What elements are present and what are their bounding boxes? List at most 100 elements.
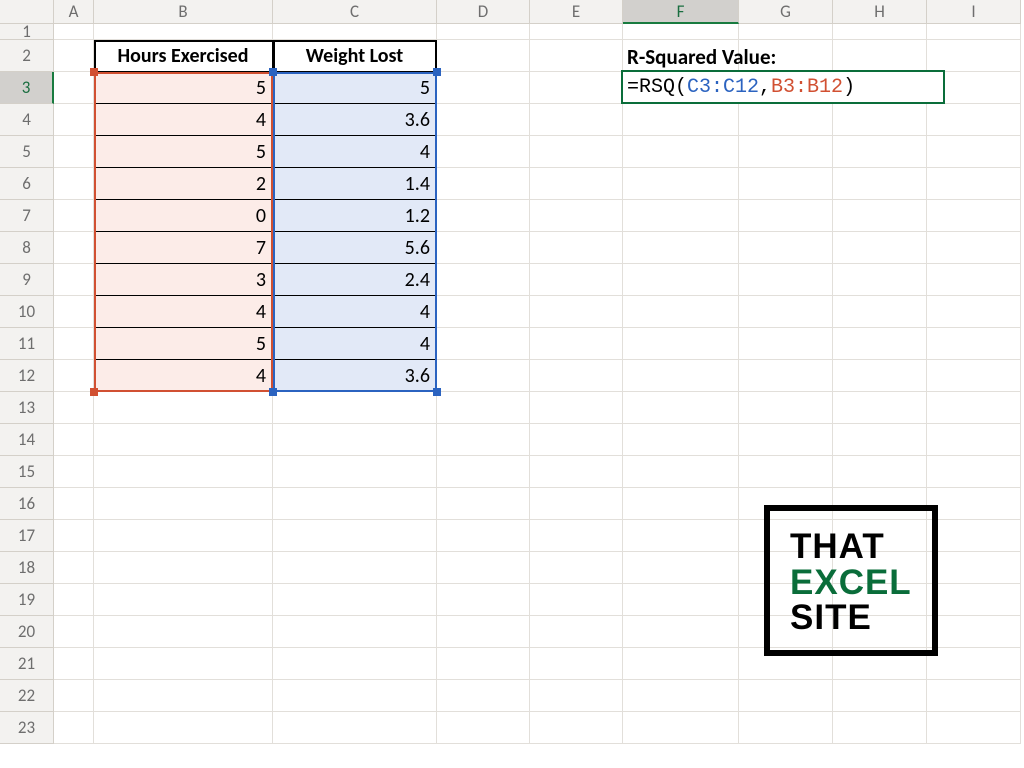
cell-H2[interactable] bbox=[833, 40, 927, 72]
cell-B2[interactable]: Hours Exercised bbox=[94, 40, 273, 72]
cell-F10[interactable] bbox=[623, 296, 739, 328]
row-header-23[interactable]: 23 bbox=[0, 712, 54, 744]
cell-H4[interactable] bbox=[833, 104, 927, 136]
cell-E11[interactable] bbox=[530, 328, 623, 360]
cell-F15[interactable] bbox=[623, 456, 739, 488]
cell-E13[interactable] bbox=[530, 392, 623, 424]
cell-E15[interactable] bbox=[530, 456, 623, 488]
cell-D21[interactable] bbox=[437, 648, 530, 680]
cell-G10[interactable] bbox=[739, 296, 833, 328]
cell-A6[interactable] bbox=[54, 168, 94, 200]
row-header-3[interactable]: 3 bbox=[0, 72, 54, 104]
cell-I22[interactable] bbox=[927, 680, 1021, 712]
cell-F9[interactable] bbox=[623, 264, 739, 296]
cell-A8[interactable] bbox=[54, 232, 94, 264]
cell-G9[interactable] bbox=[739, 264, 833, 296]
row-header-16[interactable]: 16 bbox=[0, 488, 54, 520]
cell-C19[interactable] bbox=[273, 584, 437, 616]
cell-D5[interactable] bbox=[437, 136, 530, 168]
cell-C8[interactable]: 5.6 bbox=[273, 232, 437, 264]
row-header-22[interactable]: 22 bbox=[0, 680, 54, 712]
cell-D6[interactable] bbox=[437, 168, 530, 200]
cell-G5[interactable] bbox=[739, 136, 833, 168]
cell-A17[interactable] bbox=[54, 520, 94, 552]
cell-H12[interactable] bbox=[833, 360, 927, 392]
cell-B14[interactable] bbox=[94, 424, 273, 456]
cell-A16[interactable] bbox=[54, 488, 94, 520]
cell-B13[interactable] bbox=[94, 392, 273, 424]
cell-E20[interactable] bbox=[530, 616, 623, 648]
cell-E10[interactable] bbox=[530, 296, 623, 328]
cell-F12[interactable] bbox=[623, 360, 739, 392]
cell-G22[interactable] bbox=[739, 680, 833, 712]
row-header-1[interactable]: 1 bbox=[0, 24, 54, 40]
cell-H10[interactable] bbox=[833, 296, 927, 328]
cell-I11[interactable] bbox=[927, 328, 1021, 360]
cell-A1[interactable] bbox=[54, 24, 94, 40]
cell-E16[interactable] bbox=[530, 488, 623, 520]
cell-G23[interactable] bbox=[739, 712, 833, 744]
cell-G8[interactable] bbox=[739, 232, 833, 264]
cell-H5[interactable] bbox=[833, 136, 927, 168]
cell-B6[interactable]: 2 bbox=[94, 168, 273, 200]
row-header-6[interactable]: 6 bbox=[0, 168, 54, 200]
cell-A14[interactable] bbox=[54, 424, 94, 456]
cell-C17[interactable] bbox=[273, 520, 437, 552]
cell-D15[interactable] bbox=[437, 456, 530, 488]
cell-E17[interactable] bbox=[530, 520, 623, 552]
cell-B8[interactable]: 7 bbox=[94, 232, 273, 264]
cell-B20[interactable] bbox=[94, 616, 273, 648]
cell-D2[interactable] bbox=[437, 40, 530, 72]
row-header-15[interactable]: 15 bbox=[0, 456, 54, 488]
cell-A2[interactable] bbox=[54, 40, 94, 72]
cell-H22[interactable] bbox=[833, 680, 927, 712]
cell-F11[interactable] bbox=[623, 328, 739, 360]
cell-A3[interactable] bbox=[54, 72, 94, 104]
cell-I1[interactable] bbox=[927, 24, 1021, 40]
cell-F19[interactable] bbox=[623, 584, 739, 616]
cell-E23[interactable] bbox=[530, 712, 623, 744]
cell-A22[interactable] bbox=[54, 680, 94, 712]
cell-E8[interactable] bbox=[530, 232, 623, 264]
col-header-E[interactable]: E bbox=[530, 0, 623, 24]
cell-B22[interactable] bbox=[94, 680, 273, 712]
cell-A5[interactable] bbox=[54, 136, 94, 168]
cell-A15[interactable] bbox=[54, 456, 94, 488]
cell-C10[interactable]: 4 bbox=[273, 296, 437, 328]
cell-F23[interactable] bbox=[623, 712, 739, 744]
cell-A4[interactable] bbox=[54, 104, 94, 136]
col-header-I[interactable]: I bbox=[927, 0, 1021, 24]
cell-I2[interactable] bbox=[927, 40, 1021, 72]
cell-C3[interactable]: 5 bbox=[273, 72, 437, 104]
cell-A19[interactable] bbox=[54, 584, 94, 616]
cell-E19[interactable] bbox=[530, 584, 623, 616]
row-header-14[interactable]: 14 bbox=[0, 424, 54, 456]
col-header-C[interactable]: C bbox=[273, 0, 437, 24]
cell-C6[interactable]: 1.4 bbox=[273, 168, 437, 200]
row-header-8[interactable]: 8 bbox=[0, 232, 54, 264]
row-header-20[interactable]: 20 bbox=[0, 616, 54, 648]
cell-G15[interactable] bbox=[739, 456, 833, 488]
cell-I4[interactable] bbox=[927, 104, 1021, 136]
cell-B5[interactable]: 5 bbox=[94, 136, 273, 168]
cell-D13[interactable] bbox=[437, 392, 530, 424]
cell-A10[interactable] bbox=[54, 296, 94, 328]
cell-F17[interactable] bbox=[623, 520, 739, 552]
cell-B9[interactable]: 3 bbox=[94, 264, 273, 296]
row-header-9[interactable]: 9 bbox=[0, 264, 54, 296]
cell-H23[interactable] bbox=[833, 712, 927, 744]
cell-H14[interactable] bbox=[833, 424, 927, 456]
cell-H8[interactable] bbox=[833, 232, 927, 264]
cell-B17[interactable] bbox=[94, 520, 273, 552]
cell-E3[interactable] bbox=[530, 72, 623, 104]
cell-I23[interactable] bbox=[927, 712, 1021, 744]
cell-A12[interactable] bbox=[54, 360, 94, 392]
cell-E7[interactable] bbox=[530, 200, 623, 232]
cell-E21[interactable] bbox=[530, 648, 623, 680]
cell-D1[interactable] bbox=[437, 24, 530, 40]
cell-A21[interactable] bbox=[54, 648, 94, 680]
cell-C2[interactable]: Weight Lost bbox=[273, 40, 437, 72]
cell-F21[interactable] bbox=[623, 648, 739, 680]
cell-F6[interactable] bbox=[623, 168, 739, 200]
cell-I20[interactable] bbox=[927, 616, 1021, 648]
